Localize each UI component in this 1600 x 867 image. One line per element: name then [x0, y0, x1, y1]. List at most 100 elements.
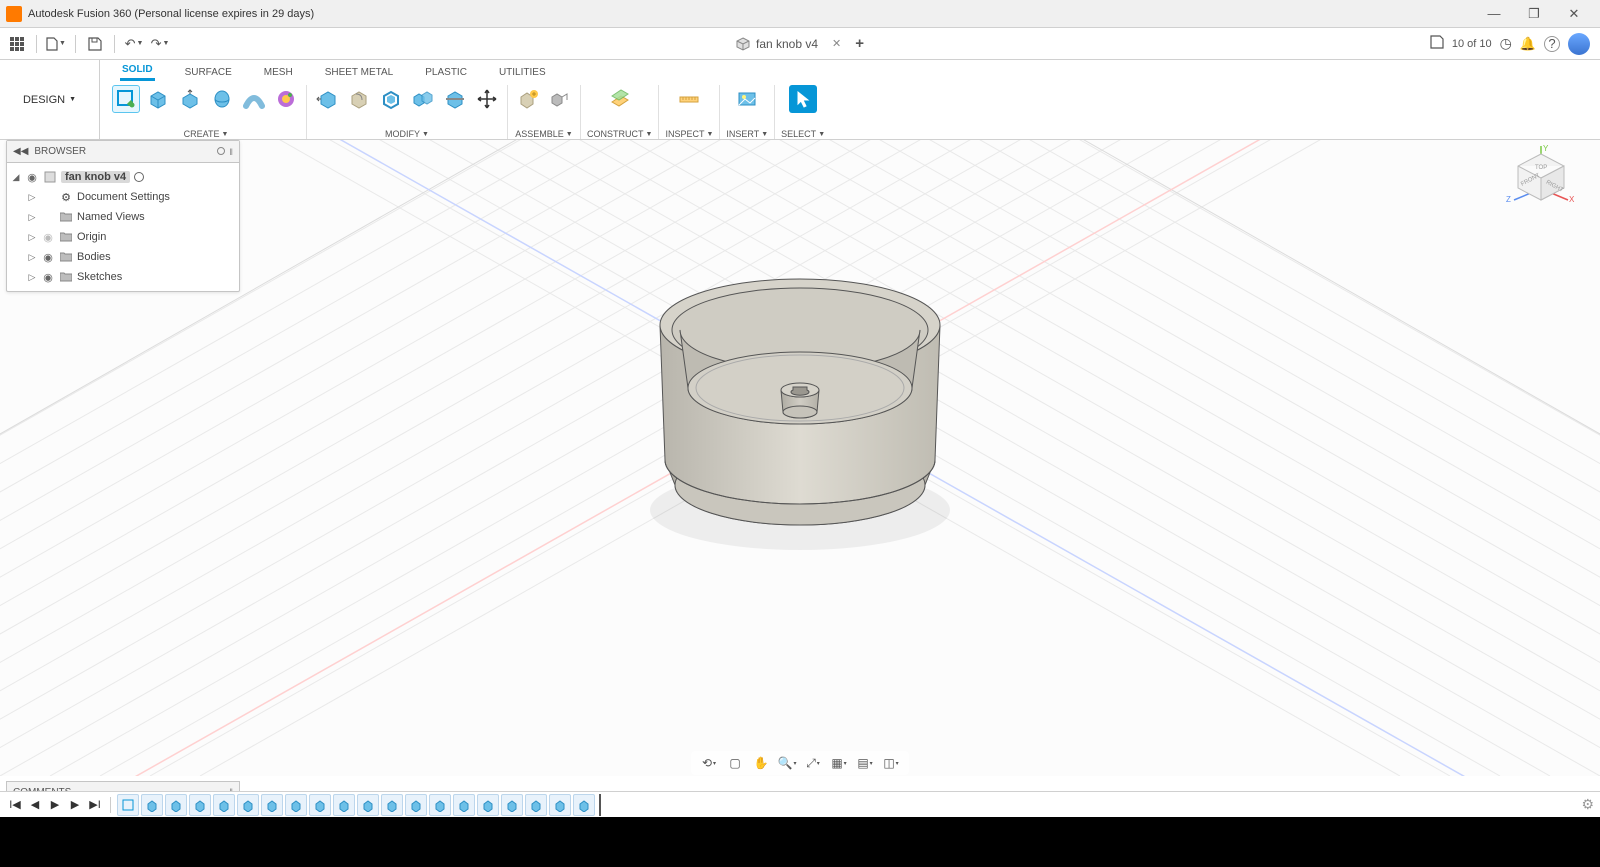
timeline-feature-6[interactable] [237, 794, 259, 816]
modeling-viewport[interactable] [0, 140, 1600, 776]
file-menu-button[interactable]: ▼ [45, 33, 67, 55]
insert-group-dropdown[interactable]: INSERT▼ [726, 129, 768, 139]
recovery-save-icon[interactable] [1430, 35, 1444, 52]
visibility-toggle-icon[interactable]: ◉ [41, 271, 55, 284]
timeline-settings-button[interactable]: ⚙ [1581, 796, 1594, 813]
new-document-button[interactable]: + [855, 35, 864, 52]
browser-item-bodies[interactable]: ▷ ◉ Bodies [7, 247, 239, 267]
timeline-step-fwd-button[interactable]: ▶ [66, 796, 84, 814]
timeline-feature-13[interactable] [405, 794, 427, 816]
visibility-toggle-icon[interactable]: ◉ [25, 171, 39, 184]
timeline-feature-2[interactable] [141, 794, 163, 816]
timeline-go-start-button[interactable]: I◀ [6, 796, 24, 814]
expand-toggle-icon[interactable]: ◢ [11, 172, 21, 183]
timeline-play-button[interactable]: ▶ [46, 796, 64, 814]
tab-solid[interactable]: SOLID [120, 61, 155, 81]
browser-item-named-views[interactable]: ▷ Named Views [7, 207, 239, 227]
timeline-feature-4[interactable] [189, 794, 211, 816]
browser-collapse-button[interactable]: ◀◀ [13, 146, 28, 157]
window-close-button[interactable]: ✕ [1554, 0, 1594, 28]
display-settings-button[interactable]: ▦▾ [829, 753, 849, 773]
browser-root-component[interactable]: ◢ ◉ fan knob v4 [7, 167, 239, 187]
tab-surface[interactable]: SURFACE [183, 64, 234, 81]
save-button[interactable] [84, 33, 106, 55]
timeline-feature-10[interactable] [333, 794, 355, 816]
expand-toggle-icon[interactable]: ▷ [27, 192, 37, 203]
timeline-feature-17[interactable] [501, 794, 523, 816]
browser-resize-handle[interactable]: ‖ [229, 147, 233, 157]
emboss-button[interactable] [272, 85, 300, 113]
timeline-feature-sketch1[interactable] [117, 794, 139, 816]
window-minimize-button[interactable]: — [1474, 0, 1514, 28]
timeline-feature-19[interactable] [549, 794, 571, 816]
select-group-dropdown[interactable]: SELECT▼ [781, 129, 825, 139]
browser-menu-dot[interactable] [217, 147, 225, 155]
press-pull-button[interactable] [313, 85, 341, 113]
tab-utilities[interactable]: UTILITIES [497, 64, 548, 81]
inspect-group-dropdown[interactable]: INSPECT▼ [665, 129, 713, 139]
combine-button[interactable] [409, 85, 437, 113]
browser-item-document-settings[interactable]: ▷ ⚙ Document Settings [7, 187, 239, 207]
visibility-toggle-icon[interactable]: ◉ [41, 251, 55, 264]
viewport-layout-button[interactable]: ◫▾ [881, 753, 901, 773]
timeline-marker[interactable] [599, 794, 601, 816]
timeline-step-back-button[interactable]: ◀ [26, 796, 44, 814]
revolve-button[interactable] [208, 85, 236, 113]
shell-button[interactable] [377, 85, 405, 113]
orbit-button[interactable]: ⟲▾ [699, 753, 719, 773]
tab-sheet-metal[interactable]: SHEET METAL [323, 64, 396, 81]
modify-group-dropdown[interactable]: MODIFY▼ [385, 129, 429, 139]
timeline-feature-7[interactable] [261, 794, 283, 816]
pan-button[interactable]: ✋ [751, 753, 771, 773]
browser-item-sketches[interactable]: ▷ ◉ Sketches [7, 267, 239, 287]
timeline-feature-20[interactable] [573, 794, 595, 816]
assemble-group-dropdown[interactable]: ASSEMBLE▼ [515, 129, 572, 139]
new-component-button[interactable] [514, 85, 542, 113]
sweep-button[interactable] [240, 85, 268, 113]
timeline-feature-18[interactable] [525, 794, 547, 816]
activate-component-button[interactable] [134, 172, 144, 182]
expand-toggle-icon[interactable]: ▷ [27, 212, 37, 223]
zoom-button[interactable]: 🔍▾ [777, 753, 797, 773]
insert-decal-button[interactable] [733, 85, 761, 113]
workspace-switcher[interactable]: DESIGN▼ [0, 60, 100, 139]
redo-button[interactable]: ↷▼ [149, 33, 171, 55]
construct-group-dropdown[interactable]: CONSTRUCT▼ [587, 129, 652, 139]
timeline-feature-5[interactable] [213, 794, 235, 816]
timeline-feature-16[interactable] [477, 794, 499, 816]
timeline-feature-12[interactable] [381, 794, 403, 816]
timeline-feature-14[interactable] [429, 794, 451, 816]
viewcube[interactable]: Y X Z TOP FRONT RIGHT [1506, 144, 1576, 214]
move-button[interactable] [473, 85, 501, 113]
visibility-toggle-icon[interactable]: ◉ [41, 231, 55, 244]
timeline-go-end-button[interactable]: ▶I [86, 796, 104, 814]
timeline-feature-9[interactable] [309, 794, 331, 816]
undo-button[interactable]: ↶▼ [123, 33, 145, 55]
look-at-button[interactable]: ▢ [725, 753, 745, 773]
fit-button[interactable]: ⤢▾ [803, 753, 823, 773]
job-status-icon[interactable]: ◷ [1500, 35, 1512, 52]
joint-button[interactable] [546, 85, 574, 113]
document-tab-name[interactable]: fan knob v4 [756, 37, 818, 51]
window-maximize-button[interactable]: ❐ [1514, 0, 1554, 28]
create-box-button[interactable] [144, 85, 172, 113]
notifications-icon[interactable]: 🔔 [1520, 36, 1536, 52]
expand-toggle-icon[interactable]: ▷ [27, 272, 37, 283]
profile-avatar[interactable] [1568, 33, 1590, 55]
model-fan-knob[interactable] [660, 279, 940, 525]
measure-button[interactable] [675, 85, 703, 113]
split-body-button[interactable] [441, 85, 469, 113]
timeline-feature-11[interactable] [357, 794, 379, 816]
select-tool-button[interactable] [789, 85, 817, 113]
create-sketch-button[interactable] [112, 85, 140, 113]
fillet-button[interactable] [345, 85, 373, 113]
extrude-button[interactable] [176, 85, 204, 113]
tab-plastic[interactable]: PLASTIC [423, 64, 469, 81]
close-document-button[interactable]: ✕ [832, 37, 841, 50]
expand-toggle-icon[interactable]: ▷ [27, 252, 37, 263]
create-group-dropdown[interactable]: CREATE▼ [184, 129, 229, 139]
data-panel-button[interactable] [6, 33, 28, 55]
browser-item-origin[interactable]: ▷ ◉ Origin [7, 227, 239, 247]
tab-mesh[interactable]: MESH [262, 64, 295, 81]
construct-plane-button[interactable] [606, 85, 634, 113]
